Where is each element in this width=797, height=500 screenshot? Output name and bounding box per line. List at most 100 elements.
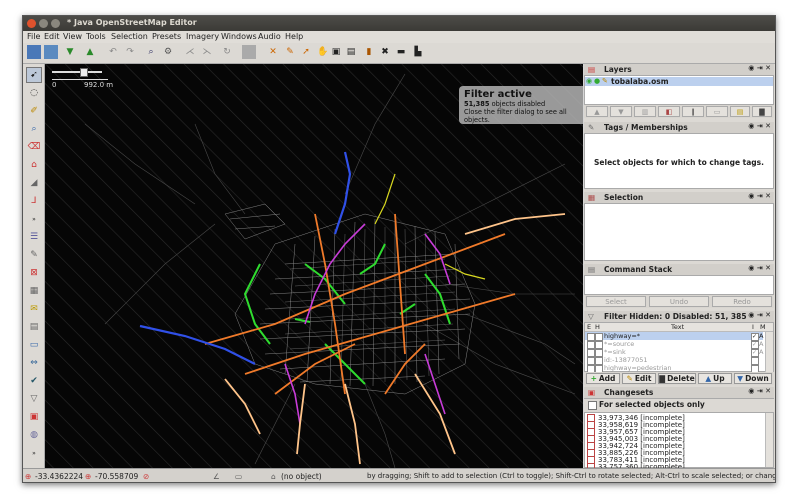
selected-only-checkbox[interactable] (588, 401, 597, 410)
menu-tools[interactable]: Tools (86, 32, 106, 41)
panel-controls-icon[interactable]: ◉ ⇥ ✕ (748, 387, 771, 395)
toggle-conflicts-icon[interactable]: ⇔ (26, 355, 42, 371)
panel-controls-icon[interactable]: ◉ ⇥ ✕ (748, 122, 771, 130)
layer-activate-icon[interactable]: ▥ (634, 106, 656, 117)
layer-item[interactable]: ◉ ● ✎ tobalaba.osm (585, 77, 773, 86)
command-undo-button[interactable]: Undo (649, 296, 709, 307)
delete-mode-icon[interactable]: ⌫ (26, 139, 42, 155)
bus-icon[interactable]: ▤ (344, 45, 358, 59)
download-icon[interactable]: ▼ (63, 45, 77, 59)
filter-overlay-title: Filter active (464, 89, 532, 100)
panel-controls-icon[interactable]: ◉ ⇥ ✕ (748, 64, 771, 72)
select-tool-icon[interactable]: ✕ (266, 45, 280, 59)
panel-controls-icon[interactable]: ◉ ⇥ ✕ (748, 311, 771, 319)
close-window-button[interactable] (27, 19, 36, 28)
command-stack-list[interactable] (584, 275, 774, 295)
toggle-validator-icon[interactable]: ▤ (26, 319, 42, 335)
open-file-icon[interactable] (27, 45, 41, 59)
improve-way-icon[interactable]: ⌂ (26, 157, 42, 173)
split-way-icon[interactable]: ⋌ (183, 45, 197, 59)
more-tools-icon[interactable]: » (26, 211, 42, 227)
layer-up-icon[interactable]: ▲ (586, 106, 608, 117)
car-icon[interactable]: ▣ (329, 45, 343, 59)
menu-file[interactable]: File (27, 32, 40, 41)
save-icon[interactable] (44, 45, 58, 59)
lasso-tool-icon[interactable]: ➚ (299, 45, 313, 59)
reverse-way-icon[interactable]: ↻ (220, 45, 234, 59)
menu-presets[interactable]: Presets (152, 32, 181, 41)
preferences-icon[interactable]: ⚙ (161, 45, 175, 59)
menu-edit[interactable]: Edit (44, 32, 60, 41)
toggle-tags-icon[interactable]: ✎ (26, 247, 42, 263)
toggle-map-paint-icon[interactable]: ◍ (26, 427, 42, 443)
toggle-changesets-icon[interactable]: ▣ (26, 409, 42, 425)
extrude-icon[interactable]: ⅃ (26, 193, 42, 209)
scale-slider-handle[interactable] (80, 68, 88, 77)
menu-view[interactable]: View (63, 32, 82, 41)
draw-mode-icon[interactable]: ✐ (26, 103, 42, 119)
changesets-icon: ▣ (588, 388, 596, 397)
filter-row[interactable]: *=source ✓ A (585, 340, 763, 349)
filter-down-button[interactable]: ▼ Down (734, 373, 772, 384)
filter-row[interactable]: id:-13877051 (585, 356, 763, 365)
layer-merge-icon[interactable]: ▭ (706, 106, 728, 117)
filter-delete-button[interactable]: ▇ Delete (658, 373, 696, 384)
osm-layer-icon: ✎ (602, 77, 608, 85)
select-mode-icon[interactable]: ➹ (26, 67, 42, 83)
lasso-mode-icon[interactable]: ◌ (26, 85, 42, 101)
add-icon: + (590, 374, 597, 383)
menu-imagery[interactable]: Imagery (186, 32, 219, 41)
changesets-panel-header[interactable]: ▣ Changesets ◉ ⇥ ✕ (584, 387, 774, 399)
layer-delete-icon[interactable]: ▇ (752, 106, 772, 117)
map-canvas[interactable] (45, 64, 583, 468)
layer-visibility-icon[interactable]: ◧ (658, 106, 680, 117)
toggle-layers-icon[interactable]: ☰ (26, 229, 42, 245)
hand-icon[interactable]: ✋ (316, 45, 330, 59)
factory-icon[interactable]: ▙ (411, 45, 425, 59)
layer-down-icon[interactable]: ▼ (610, 106, 632, 117)
align-icon[interactable] (242, 45, 256, 59)
redo-icon[interactable]: ↷ (123, 45, 137, 59)
minimize-window-button[interactable] (39, 19, 48, 28)
selection-list[interactable] (584, 203, 774, 261)
toggle-filter-icon[interactable]: ▽ (26, 391, 42, 407)
layer-name: tobalaba.osm (611, 77, 669, 86)
panel-controls-icon[interactable]: ◉ ⇥ ✕ (748, 264, 771, 272)
draw-tool-icon[interactable]: ✎ (283, 45, 297, 59)
more-dialogs-icon[interactable]: » (26, 445, 42, 461)
zoom-icon[interactable]: ⌕ (144, 45, 158, 59)
menu-help[interactable]: Help (285, 32, 303, 41)
maximize-window-button[interactable] (51, 19, 60, 28)
command-redo-button[interactable]: Redo (712, 296, 772, 307)
menu-audio[interactable]: Audio (258, 32, 281, 41)
zoom-mode-icon[interactable]: ⌕ (26, 121, 42, 137)
toggle-notes-icon[interactable]: ✉ (26, 301, 42, 317)
layer-duplicate-icon[interactable]: ▤ (730, 106, 750, 117)
parallel-way-icon[interactable]: ◢ (26, 175, 42, 191)
filter-scrollbar[interactable] (765, 332, 773, 372)
combine-way-icon[interactable]: ⋋ (200, 45, 214, 59)
filter-row[interactable]: highway=* ✓ A (585, 332, 763, 341)
map-view[interactable]: 0 992.0 m Filter active 51,385 objects d… (45, 64, 583, 468)
door-icon[interactable]: ▮ (362, 45, 376, 59)
visible-icon[interactable]: ◉ (586, 77, 592, 85)
panel-controls-icon[interactable]: ◉ ⇥ ✕ (748, 192, 771, 200)
tools-icon[interactable]: ✖ (378, 45, 392, 59)
toggle-checkmark-icon[interactable]: ✔ (26, 373, 42, 389)
toggle-selection-icon[interactable]: ▦ (26, 283, 42, 299)
filter-up-button[interactable]: ▲ Up (698, 373, 732, 384)
toggle-relations-icon[interactable]: ⊠ (26, 265, 42, 281)
filter-add-button[interactable]: + Add (586, 373, 620, 384)
filter-row[interactable]: highway=pedestrian (585, 364, 763, 373)
command-select-button[interactable]: Select (586, 296, 646, 307)
toggle-history-icon[interactable]: ▭ (26, 337, 42, 353)
undo-icon[interactable]: ↶ (106, 45, 120, 59)
layer-opacity-icon[interactable]: ❙ (682, 106, 704, 117)
changesets-scrollbar[interactable] (765, 413, 773, 467)
upload-icon[interactable]: ▲ (83, 45, 97, 59)
bed-icon[interactable]: ▬ (394, 45, 408, 59)
menu-selection[interactable]: Selection (111, 32, 148, 41)
filter-edit-button[interactable]: ✎ Edit (622, 373, 656, 384)
menu-windows[interactable]: Windows (221, 32, 257, 41)
filter-row[interactable]: *=sink ✓ A (585, 348, 763, 357)
